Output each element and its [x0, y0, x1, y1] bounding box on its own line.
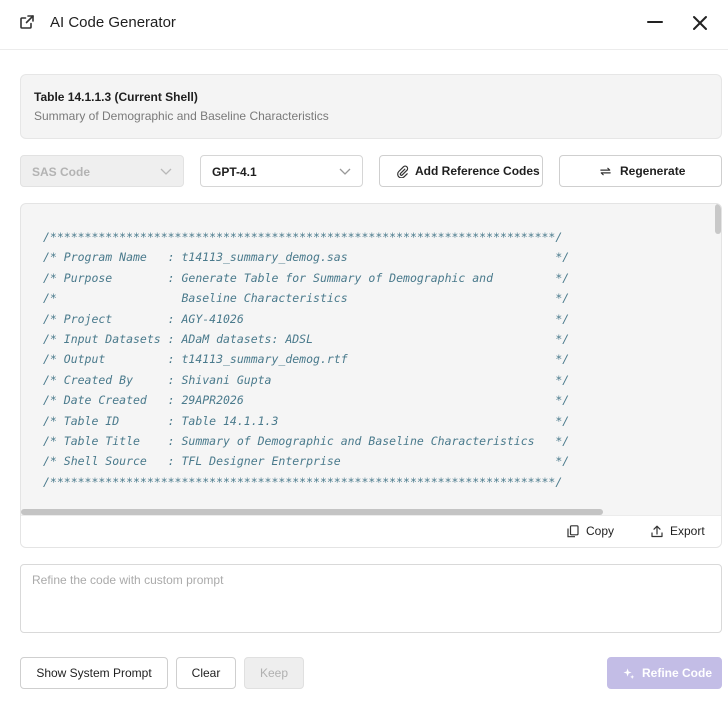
code-line: /* Shell Source : TFL Designer Enterpris… [43, 454, 570, 469]
regenerate-button[interactable]: Regenerate [559, 155, 722, 187]
dialog-title: AI Code Generator [50, 14, 176, 31]
copy-button[interactable]: Copy [567, 524, 627, 540]
code-line: /* Created By : Shivani Gupta */ [43, 372, 570, 387]
chevron-down-icon [339, 168, 351, 175]
refine-prompt-input[interactable] [20, 564, 722, 633]
refine-code-label: Refine Code [642, 666, 713, 680]
code-line: /* Project : AGY-41026 */ [43, 311, 570, 326]
language-select-value: SAS Code [32, 165, 91, 179]
export-icon [651, 525, 663, 538]
code-line: /* Program Name : t14113_summary_demog.s… [43, 250, 570, 265]
code-actions-bar: Copy Export [21, 515, 721, 547]
add-reference-codes-button[interactable]: Add Reference Codes [379, 155, 543, 187]
vertical-scrollbar[interactable] [715, 204, 721, 234]
code-line: /* Table ID : Table 14.1.1.3 */ [43, 413, 570, 428]
table-info-card: Table 14.1.1.3 (Current Shell) Summary o… [20, 74, 722, 139]
close-icon[interactable] [690, 13, 710, 33]
code-line: /***************************************… [43, 230, 563, 244]
code-line: /***************************************… [43, 474, 563, 489]
code-line: /* Output : t14113_summary_demog.rtf */ [43, 352, 570, 367]
code-line: /* Baseline Characteristics */ [43, 291, 570, 306]
copy-label: Copy [586, 524, 615, 538]
minimize-icon[interactable] [645, 12, 665, 32]
model-select-value: GPT-4.1 [212, 165, 257, 179]
copy-icon [567, 525, 579, 538]
language-select[interactable]: SAS Code [20, 155, 184, 187]
refresh-icon [600, 167, 611, 176]
model-select[interactable]: GPT-4.1 [200, 155, 363, 187]
dialog-header: AI Code Generator [0, 0, 728, 50]
code-line: /* Table Title : Summary of Demographic … [43, 433, 570, 448]
code-viewer[interactable]: /***************************************… [21, 204, 721, 514]
clear-button[interactable]: Clear [176, 657, 236, 689]
export-label: Export [670, 524, 705, 538]
code-line: /* Purpose : Generate Table for Summary … [43, 270, 570, 285]
show-system-prompt-button[interactable]: Show System Prompt [20, 657, 168, 689]
regenerate-label: Regenerate [620, 164, 686, 178]
code-lines: /***************************************… [43, 227, 569, 492]
refine-code-button[interactable]: Refine Code [607, 657, 722, 689]
external-link-icon[interactable] [19, 14, 35, 30]
keep-button[interactable]: Keep [244, 657, 304, 689]
paperclip-icon [397, 165, 409, 178]
table-subtitle: Summary of Demographic and Baseline Char… [34, 109, 329, 123]
code-panel: /***************************************… [20, 203, 722, 548]
sparkle-icon [623, 668, 635, 679]
add-reference-codes-label: Add Reference Codes [415, 164, 540, 178]
code-line: /* Date Created : 29APR2026 */ [43, 393, 570, 408]
table-title: Table 14.1.1.3 (Current Shell) [34, 90, 198, 104]
chevron-down-icon [160, 168, 172, 175]
export-button[interactable]: Export [651, 524, 711, 540]
code-line: /* Input Datasets : ADaM datasets: ADSL … [43, 331, 570, 346]
